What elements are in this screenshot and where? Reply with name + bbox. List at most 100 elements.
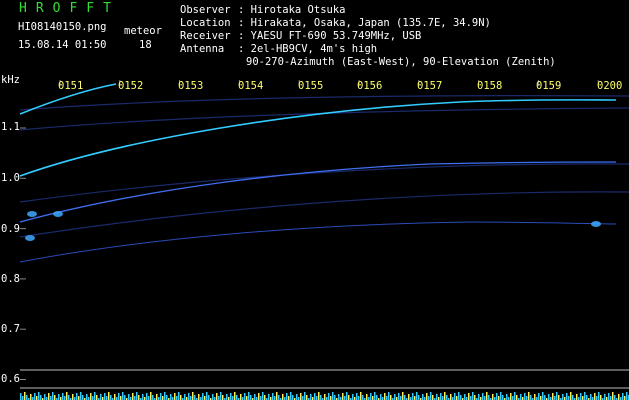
noise-trace: [19, 191, 629, 238]
meteor-count-value: 18: [139, 39, 152, 51]
time-tick-label: 0159: [536, 80, 562, 92]
spectrum-bar: [100, 394, 102, 400]
separator: :: [238, 17, 251, 29]
spectrum-bar: [296, 394, 298, 400]
spectrum-bar: [128, 394, 130, 400]
spectrum-bar: [458, 392, 460, 400]
spectrum-bar: [194, 395, 196, 400]
spectrum-bar: [450, 394, 452, 400]
spectrum-bar: [524, 393, 526, 400]
spectrum-bar: [590, 394, 592, 400]
spectrum-bar: [68, 395, 70, 400]
spectrum-bar: [206, 392, 208, 400]
time-tick-label: 0154: [238, 80, 264, 92]
spectrum-bar: [232, 396, 234, 400]
spectrum-bar: [208, 395, 210, 400]
spectrum-bar: [422, 394, 424, 400]
spectrum-bar: [278, 395, 280, 400]
noise-trace: [19, 107, 629, 131]
spectrum-bar: [318, 392, 320, 400]
spectrum-bar: [138, 395, 140, 400]
spectrum-bar: [44, 394, 46, 400]
location-value: Hirakata, Osaka, Japan (135.7E, 34.9N): [250, 17, 491, 29]
noise-trace: [19, 163, 629, 203]
spectrum-bar: [454, 393, 456, 400]
observer-value: Hirotaka Otsuka: [250, 4, 346, 16]
spectrum-bar: [176, 396, 178, 400]
spectrum-bar: [514, 392, 516, 400]
spectrum-bar: [96, 395, 98, 400]
signal-trace: [19, 221, 617, 263]
receiver-value: YAESU FT-690 53.749MHz, USB: [250, 30, 422, 42]
observer-label: Observer: [180, 4, 231, 16]
spectrum-bar: [288, 396, 290, 400]
spectrum-bar: [320, 395, 322, 400]
filename-text: HI08140150.png: [18, 21, 107, 33]
spectrum-bar: [428, 396, 430, 400]
spectrum-bar: [220, 392, 222, 400]
time-tick-label: 0200: [597, 80, 623, 92]
spectrum-bar: [316, 396, 318, 400]
spectrum-bar: [586, 395, 588, 400]
spectrum-bar: [50, 396, 52, 400]
meteor-echo: [53, 211, 63, 217]
spectrum-bar: [226, 394, 228, 400]
spectrum-bar: [304, 392, 306, 400]
spectrum-bar: [22, 396, 24, 400]
spectrum-bar: [464, 394, 466, 400]
spectrum-bar: [118, 393, 120, 400]
spectrum-bar: [136, 392, 138, 400]
spectrum-bar: [478, 394, 480, 400]
spectrum-bar: [416, 392, 418, 400]
spectrum-bar: [342, 393, 344, 400]
spectrum-bar: [76, 393, 78, 400]
spectrum-bar: [122, 392, 124, 400]
spectrum-bar: [498, 396, 500, 400]
spectrum-bar: [162, 396, 164, 400]
spectrum-bar: [36, 396, 38, 400]
time-tick-label: 0158: [477, 80, 503, 92]
spectrum-bar: [332, 392, 334, 400]
meteor-echo: [27, 211, 37, 217]
spectrum-bar: [398, 393, 400, 400]
spectrum-bar: [570, 392, 572, 400]
spectrum-bar: [146, 393, 148, 400]
spectrum-bar: [166, 395, 168, 400]
meteor-echo: [25, 235, 35, 241]
spectrum-bar: [72, 394, 74, 400]
spectrum-bar: [618, 394, 620, 400]
spectrum-bar: [24, 392, 26, 400]
antenna-detail: 90-270-Azimuth (East-West), 90-Elevation…: [246, 56, 556, 68]
spectrum-bar: [90, 393, 92, 400]
spectrum-bar: [330, 396, 332, 400]
spectrum-bar: [600, 395, 602, 400]
spectrum-bar: [520, 394, 522, 400]
spectrum-bar: [408, 394, 410, 400]
spectrum-bar: [216, 393, 218, 400]
spectrum-bar: [272, 393, 274, 400]
spectrum-bar: [282, 394, 284, 400]
spectrum-bar: [292, 395, 294, 400]
freq-tick-label: 0.6: [1, 373, 20, 385]
antenna-value: 2el-HB9CV, 4m's high: [250, 43, 378, 55]
time-tick-label: 0151: [58, 80, 84, 92]
spectrum-bar: [538, 393, 540, 400]
spectrogram-plot: [19, 80, 629, 400]
spectrum-bar: [572, 395, 574, 400]
spectrum-bar: [414, 396, 416, 400]
spectrum-bar: [108, 392, 110, 400]
separator: :: [238, 30, 251, 42]
spectrum-bar: [348, 395, 350, 400]
spectrum-bar: [598, 392, 600, 400]
spectrum-bar: [568, 396, 570, 400]
spectrum-bar: [402, 392, 404, 400]
spectrum-bar: [516, 395, 518, 400]
spectrum-bar: [66, 392, 68, 400]
spectrum-bar: [610, 396, 612, 400]
spectrum-bar: [534, 394, 536, 400]
spectrum-bar: [370, 393, 372, 400]
spectrum-bar: [178, 392, 180, 400]
separator: :: [238, 43, 251, 55]
spectrum-bar: [576, 394, 578, 400]
spectrum-bar: [250, 395, 252, 400]
